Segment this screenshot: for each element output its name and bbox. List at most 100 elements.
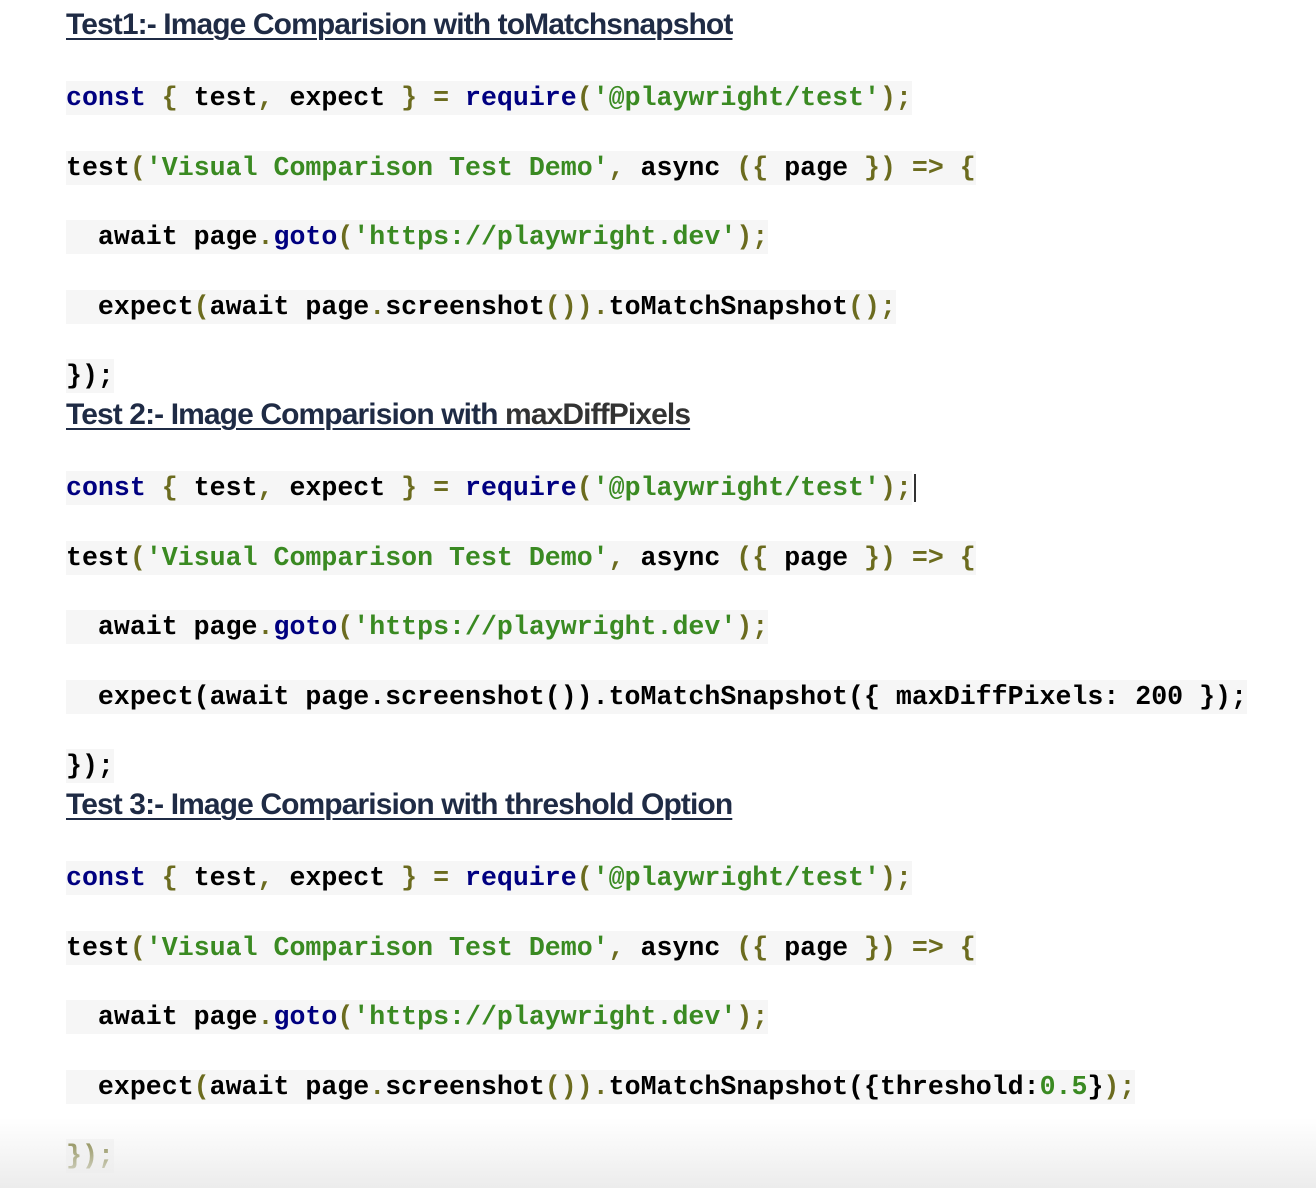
code-token: } = [385,473,466,504]
code-token: await page [66,612,258,643]
code-token: . [592,291,609,322]
code-block: const { test, expect } = require('@playw… [66,454,1316,802]
code-token: expect(await page.screenshot()).toMatchS… [66,681,1247,712]
code-token: goto [273,222,338,253]
section-heading[interactable]: Test1:- Image Comparision with toMatchsn… [66,5,1316,45]
code-token: ({threshold: [848,1071,1040,1102]
code-block: const { test, expect } = require('@playw… [66,844,1316,1192]
code-token: . [257,612,274,643]
code-token: ()) [544,291,593,322]
text-cursor [913,474,916,503]
code-token: ({ [720,152,785,183]
code-line-content[interactable]: const { test, expect } = require('@playw… [66,81,912,116]
code-token: }); [66,751,114,782]
code-token: ); [736,612,769,643]
code-line-content[interactable]: }); [66,1139,114,1174]
code-token: expect [66,291,194,322]
code-token: const [66,473,146,504]
code-line: test('Visual Comparison Test Demo', asyn… [66,914,1316,984]
heading-text-highlight: maxDiffPixels [505,398,691,431]
code-line: expect(await page.screenshot()).toMatchS… [66,273,1316,343]
code-token: }) => { [848,932,976,963]
code-line-content[interactable]: await page.goto('https://playwright.dev'… [66,220,769,255]
code-token: screenshot [385,291,545,322]
code-line-content[interactable]: }); [66,749,114,784]
code-token: expect [289,863,386,894]
code-line-content[interactable]: expect(await page.screenshot()).toMatchS… [66,1069,1136,1104]
heading-text: Test1:- Image Comparision with toMatchsn… [66,8,733,41]
section-heading[interactable]: Test 3:- Image Comparision with threshol… [66,785,1316,825]
code-token: 'https://playwright.dev' [353,612,737,643]
code-line: }); [66,1122,1316,1192]
code-token: ); [1103,1071,1136,1102]
code-token: ( [193,1071,210,1102]
code-token: 'Visual Comparison Test Demo' [145,152,609,183]
code-line-content[interactable]: await page.goto('https://playwright.dev'… [66,610,769,645]
code-token: await page [209,291,370,322]
code-token: expect [66,1071,194,1102]
code-token: 'Visual Comparison Test Demo' [145,932,609,963]
code-token: , [257,83,290,114]
code-token: ( [576,473,593,504]
code-line: expect(await page.screenshot()).toMatchS… [66,1053,1316,1123]
code-token: 0.5 [1039,1071,1088,1102]
code-token: toMatchSnapshot [608,291,849,322]
code-token: ()) [544,1071,593,1102]
code-token: }) => { [848,542,976,573]
code-token: const [66,863,146,894]
code-token: async [640,152,721,183]
code-token: const [66,83,146,114]
code-line-content[interactable]: test('Visual Comparison Test Demo', asyn… [66,150,976,185]
code-token: . [369,291,386,322]
code-token: (); [848,291,896,322]
code-token: ( [337,222,354,253]
code-token: , [257,863,290,894]
code-line: const { test, expect } = require('@playw… [66,64,1316,134]
code-token: ); [879,83,912,114]
code-token: '@playwright/test' [592,863,880,894]
code-line: const { test, expect } = require('@playw… [66,844,1316,914]
code-token: } = [385,863,466,894]
code-token: 'https://playwright.dev' [353,222,737,253]
code-token: await page [66,1002,258,1033]
code-line: await page.goto('https://playwright.dev'… [66,593,1316,663]
code-token: { [145,473,194,504]
code-token: async [640,542,721,573]
code-token: ( [576,83,593,114]
code-token: , [608,542,641,573]
code-token: test [193,863,258,894]
code-token: } = [385,83,466,114]
code-token: test [66,932,130,963]
code-block: const { test, expect } = require('@playw… [66,64,1316,412]
code-token: 'https://playwright.dev' [353,1002,737,1033]
code-token: ( [129,152,146,183]
code-token: { [145,863,194,894]
code-line: await page.goto('https://playwright.dev'… [66,983,1316,1053]
heading-text: Test 3:- Image Comparision with threshol… [66,788,733,821]
code-line-content[interactable]: }); [66,359,114,394]
code-line: test('Visual Comparison Test Demo', asyn… [66,524,1316,594]
code-line-content[interactable]: test('Visual Comparison Test Demo', asyn… [66,930,976,965]
code-line-content[interactable]: await page.goto('https://playwright.dev'… [66,1000,769,1035]
code-token: page [784,932,849,963]
code-token: ( [337,612,354,643]
code-line-content[interactable]: expect(await page.screenshot()).toMatchS… [66,679,1247,714]
code-token: }) => { [848,152,976,183]
code-line-content[interactable]: test('Visual Comparison Test Demo', asyn… [66,540,976,575]
section-heading[interactable]: Test 2:- Image Comparision with maxDiffP… [66,395,1316,435]
code-line-content[interactable]: const { test, expect } = require('@playw… [66,471,912,506]
code-token: . [257,1002,274,1033]
code-token: . [257,222,274,253]
code-line-content[interactable]: const { test, expect } = require('@playw… [66,861,912,896]
code-token: ); [879,473,912,504]
code-token: expect [289,473,386,504]
code-token: }); [66,361,114,392]
code-token: ); [736,222,769,253]
code-token: test [66,542,130,573]
code-line-content[interactable]: expect(await page.screenshot()).toMatchS… [66,289,896,324]
code-token: , [257,473,290,504]
code-token: screenshot [385,1071,545,1102]
code-token: . [592,1071,609,1102]
code-token: ( [193,291,210,322]
code-token: '@playwright/test' [592,83,880,114]
